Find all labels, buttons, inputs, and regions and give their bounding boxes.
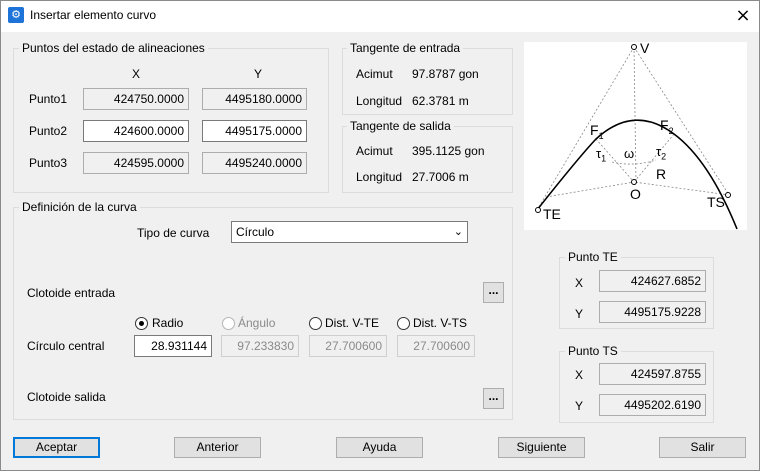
tipo-curva-value: Círculo: [236, 225, 275, 239]
punto-ts-y-label: Y: [575, 399, 584, 413]
label-f1: F1: [590, 122, 604, 141]
punto-te-legend: Punto TE: [565, 250, 621, 264]
radio-label: Radio: [152, 316, 184, 330]
angulo-radio[interactable]: [222, 317, 235, 330]
label-ts: TS: [707, 194, 725, 210]
label-tau1: τ1: [596, 146, 607, 164]
alineaciones-legend: Puntos del estado de alineaciones: [19, 41, 208, 55]
te-acimut-label: Acimut: [356, 67, 393, 81]
radio-field[interactable]: 28.931144: [134, 335, 212, 357]
app-icon: ⚙: [8, 7, 24, 23]
dist-vte-field[interactable]: 27.700600: [309, 335, 387, 357]
clotoide-entrada-label: Clotoide entrada: [27, 286, 116, 300]
window-title: Insertar elemento curvo: [30, 8, 157, 22]
angulo-label: Ángulo: [238, 316, 276, 330]
siguiente-button[interactable]: Siguiente: [498, 437, 585, 458]
dist-vts-label: Dist. V-TS: [413, 316, 468, 330]
angulo-field[interactable]: 97.233830: [221, 335, 299, 357]
label-te: TE: [543, 206, 561, 222]
circulo-central-label: Círculo central: [27, 339, 105, 353]
column-x-header: X: [132, 67, 141, 81]
ts-longitud-value: 27.7006 m: [412, 170, 469, 184]
label-r: R: [656, 166, 667, 182]
te-longitud-value: 62.3781 m: [412, 94, 469, 108]
punto-te-y-field[interactable]: 4495175.9228: [599, 301, 706, 323]
ayuda-button[interactable]: Ayuda: [336, 437, 423, 458]
dist-vts-field[interactable]: 27.700600: [397, 335, 475, 357]
aceptar-button[interactable]: Aceptar: [13, 437, 100, 458]
punto-ts-legend: Punto TS: [565, 344, 621, 358]
punto2-y-field[interactable]: 4495175.0000: [202, 120, 307, 142]
punto3-x-field[interactable]: 424595.0000: [83, 152, 189, 174]
salir-button[interactable]: Salir: [659, 437, 746, 458]
te-acimut-value: 97.8787 gon: [412, 67, 479, 81]
tipo-curva-select[interactable]: Círculo ⌄: [231, 221, 468, 243]
tipo-curva-label: Tipo de curva: [137, 226, 210, 240]
dist-vts-radio[interactable]: [397, 317, 410, 330]
dist-vte-label: Dist. V-TE: [325, 316, 380, 330]
punto-ts-x-label: X: [575, 368, 584, 382]
punto-te-x-label: X: [575, 276, 584, 290]
clotoide-entrada-button[interactable]: ...: [483, 282, 504, 303]
ts-longitud-label: Longitud: [356, 170, 403, 184]
label-o: O: [630, 186, 641, 202]
dist-vte-radio[interactable]: [309, 317, 322, 330]
label-tau2: τ2: [656, 144, 667, 162]
punto-te-x-field[interactable]: 424627.6852: [599, 270, 706, 292]
punto-te-y-label: Y: [575, 307, 584, 321]
label-v: V: [640, 40, 650, 56]
punto3-label: Punto3: [29, 156, 68, 170]
te-longitud-label: Longitud: [356, 94, 403, 108]
punto3-y-field[interactable]: 4495240.0000: [202, 152, 307, 174]
tangente-entrada-legend: Tangente de entrada: [347, 41, 464, 55]
clotoide-salida-label: Clotoide salida: [27, 390, 106, 404]
punto1-y-field[interactable]: 4495180.0000: [202, 88, 307, 110]
label-omega: ω: [624, 146, 635, 161]
punto-ts-y-field[interactable]: 4495202.6190: [599, 394, 706, 416]
clotoide-salida-button[interactable]: ...: [483, 388, 504, 409]
label-f2: F2: [660, 117, 674, 136]
ts-acimut-label: Acimut: [356, 144, 393, 158]
anterior-button[interactable]: Anterior: [174, 437, 261, 458]
chevron-down-icon: ⌄: [453, 226, 463, 238]
punto2-label: Punto2: [29, 124, 68, 138]
punto1-x-field[interactable]: 424750.0000: [83, 88, 189, 110]
radio-radio[interactable]: [135, 317, 148, 330]
close-icon[interactable]: ×: [728, 0, 758, 31]
punto-ts-x-field[interactable]: 424597.8755: [599, 363, 706, 385]
curva-legend: Definición de la curva: [19, 200, 140, 214]
punto2-x-field[interactable]: 424600.0000: [83, 120, 189, 142]
ts-acimut-value: 395.1125 gon: [412, 144, 485, 158]
column-y-header: Y: [254, 67, 263, 81]
punto1-label: Punto1: [29, 92, 68, 106]
tangente-salida-legend: Tangente de salida: [347, 119, 454, 133]
curve-diagram: V F1 F2 τ1 ω τ2 R O TE TS: [524, 40, 747, 230]
